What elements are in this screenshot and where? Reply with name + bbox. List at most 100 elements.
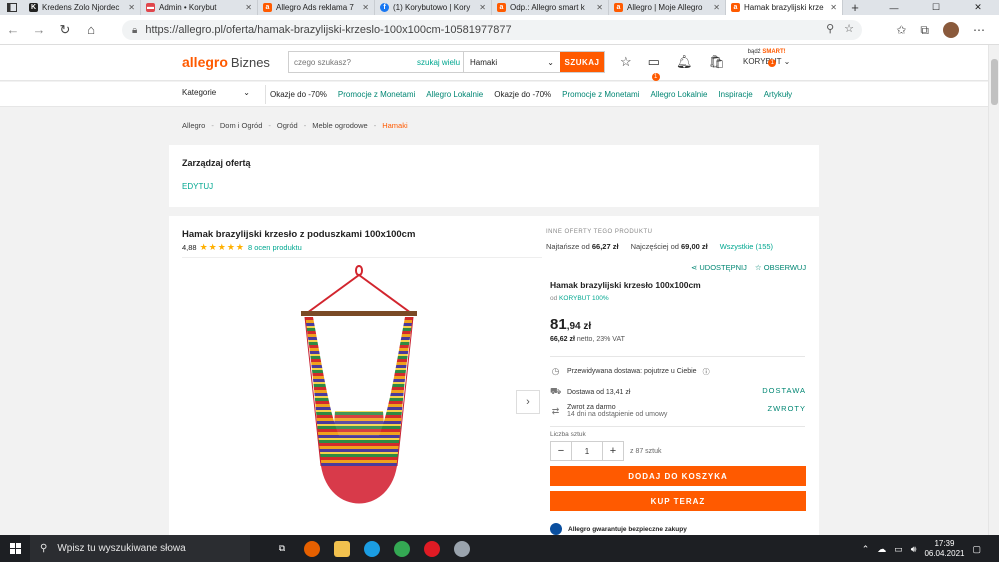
close-window-icon[interactable]: ✕ [957,0,999,15]
breadcrumb-item[interactable]: Meble ogrodowe [312,121,367,130]
categories-dropdown[interactable]: Kategorie ⌄ [182,88,250,97]
page-scrollbar[interactable] [988,45,999,535]
plus-button[interactable]: + [603,442,623,460]
search-input[interactable] [289,52,417,72]
chrome-icon[interactable] [394,540,410,557]
volume-icon[interactable]: 🔊︎ [911,544,917,555]
window-controls: — ☐ ✕ [873,0,999,15]
search-icon: ⚲ [40,543,48,554]
close-tab-icon[interactable]: ✕ [596,3,603,12]
task-view-icon[interactable]: ⧉ [274,541,290,557]
browser-tab-4[interactable]: f (1) Korybutowo | Kory ✕ [375,0,492,15]
app-icon[interactable] [454,540,470,557]
nav-link-lokalnie-2[interactable]: Allegro Lokalnie [651,90,708,99]
close-tab-icon[interactable]: ✕ [713,3,720,12]
maximize-icon[interactable]: ☐ [915,0,957,15]
close-tab-icon[interactable]: ✕ [128,3,135,12]
reload-icon[interactable]: ↻ [52,22,78,38]
truck-icon: ⛟ [550,386,562,396]
clock[interactable]: 17:39 06.04.2021 [924,539,964,559]
browser-tab-1[interactable]: K Kredens Zolo Njordec ✕ [24,0,141,15]
browser-tab-7-active[interactable]: a Hamak brazylijski krze ✕ [726,0,843,15]
cloud-icon[interactable]: ☁ [877,544,886,555]
cheapest-offer-link[interactable]: Najtańsze od 66,27 zł [546,242,619,251]
nav-link-inspiracje[interactable]: Inspiracje [718,90,752,99]
url-text: https://allegro.pl/oferta/hamak-brazylij… [145,24,512,36]
favorites-star-icon[interactable]: ☆ [620,54,632,78]
profile-avatar[interactable] [943,22,959,38]
delivery-cost: ⛟ Dostawa od 13,41 zł [550,386,631,396]
site-header: allegroBiznes szukaj wielu Hamaki⌄ SZUKA… [0,45,988,81]
home-icon[interactable]: ⌂ [78,22,104,37]
opera-icon[interactable] [424,540,440,557]
product-image[interactable] [299,261,419,526]
forward-icon[interactable]: → [26,22,52,37]
file-explorer-icon[interactable] [334,540,350,557]
delivery-link[interactable]: DOSTAWA [762,386,806,395]
netto-price: 66,62 zł netto, 23% VAT [550,336,625,343]
windows-start-icon[interactable] [0,543,30,554]
search-category-select[interactable]: Hamaki ⌄ [463,52,560,72]
breadcrumb-item[interactable]: Allegro [182,121,205,130]
quantity-input[interactable]: 1 [571,442,603,460]
search-many-link[interactable]: szukaj wielu [417,52,463,72]
network-icon[interactable]: ▭ [894,544,903,555]
more-menu-icon[interactable]: ⋯ [973,23,985,37]
nav-link-promocje-2[interactable]: Promocje z Monetami [562,90,639,99]
minimize-icon[interactable]: — [873,0,915,15]
popular-offer-link[interactable]: Najczęściej od 69,00 zł [631,242,708,251]
info-icon[interactable]: ⓘ [703,367,710,377]
all-offers-link[interactable]: Wszystkie (155) [720,242,773,251]
close-tab-icon[interactable]: ✕ [245,3,252,12]
breadcrumb-item[interactable]: Ogród [277,121,298,130]
allegro-favicon-icon: a [497,3,506,12]
add-to-cart-button[interactable]: DODAJ DO KOSZYKA [550,466,806,486]
share-button[interactable]: ⋖ UDOSTĘPNIJ [691,263,747,272]
nav-link-promocje[interactable]: Promocje z Monetami [338,90,415,99]
taskbar-search[interactable]: ⚲ Wpisz tu wyszukiwane słowa [30,535,250,562]
browser-tab-3[interactable]: a Allegro Ads reklama 7 ✕ [258,0,375,15]
seller-link[interactable]: KORYBUT [559,295,590,302]
breadcrumb-item[interactable]: Dom i Ogród [220,121,263,130]
breadcrumb: Allegro - Dom i Ogród - Ogród - Meble ogrod… [182,121,408,130]
search-button[interactable]: SZUKAJ [560,52,604,72]
nav-link-artykuly[interactable]: Artykuły [764,90,792,99]
chevron-up-icon[interactable]: ⌃ [862,544,870,555]
back-icon[interactable]: ← [0,22,26,37]
scrollbar-thumb[interactable] [991,59,998,105]
cart-bag-icon[interactable]: 🛍︎ [708,54,725,78]
edit-offer-link[interactable]: EDYTUJ [182,182,213,191]
tab-actions-icon[interactable] [0,0,24,15]
nav-link-lokalnie[interactable]: Allegro Lokalnie [426,90,483,99]
browser-tab-5[interactable]: a Odp.: Allegro smart k ✕ [492,0,609,15]
edge-icon[interactable] [364,540,380,557]
favorites-bar-icon[interactable]: ✩ [896,23,906,37]
collections-icon[interactable]: ⧉ [920,23,929,38]
messages-icon[interactable]: ▭ 1 [648,54,660,81]
allegro-favicon-icon: a [263,3,272,12]
address-bar[interactable]: 🔒︎ https://allegro.pl/oferta/hamak-brazy… [122,20,862,40]
firefox-icon[interactable] [304,540,320,557]
notifications-icon[interactable]: ▢ [972,544,981,555]
allegro-logo[interactable]: allegro Biznes [182,54,270,70]
browser-tab-6[interactable]: a Allegro | Moje Allegro ✕ [609,0,726,15]
follow-button[interactable]: ☆ OBSERWUJ [755,263,806,272]
zoom-icon[interactable]: ⚲ [826,22,834,35]
buybox-title: Hamak brazylijski krzesło 100x100cm [550,280,701,290]
close-tab-icon[interactable]: ✕ [479,3,486,12]
next-image-button[interactable]: › [516,390,540,414]
close-tab-icon[interactable]: ✕ [830,3,837,12]
minus-button[interactable]: − [551,442,571,460]
nav-link-okazje-2[interactable]: Okazje do -70% [494,90,551,99]
browser-tab-2[interactable]: ▬ Admin • Korybut ✕ [141,0,258,15]
new-tab-button[interactable]: + [843,0,867,15]
returns-link[interactable]: ZWROTY [768,404,807,413]
notifications-bell-icon[interactable]: 🔔︎ [676,54,693,78]
favorite-star-icon[interactable]: ☆ [844,22,854,35]
account-menu[interactable]: bądź SMART! KORYBUT ⌄ 1 [743,49,790,67]
nav-link-okazje[interactable]: Okazje do -70% [270,90,327,99]
buy-now-button[interactable]: KUP TERAZ [550,491,806,511]
rating-count-link[interactable]: 8 ocen produktu [248,243,302,252]
quantity-stepper: − 1 + z 87 sztuk [550,441,662,461]
close-tab-icon[interactable]: ✕ [362,3,369,12]
